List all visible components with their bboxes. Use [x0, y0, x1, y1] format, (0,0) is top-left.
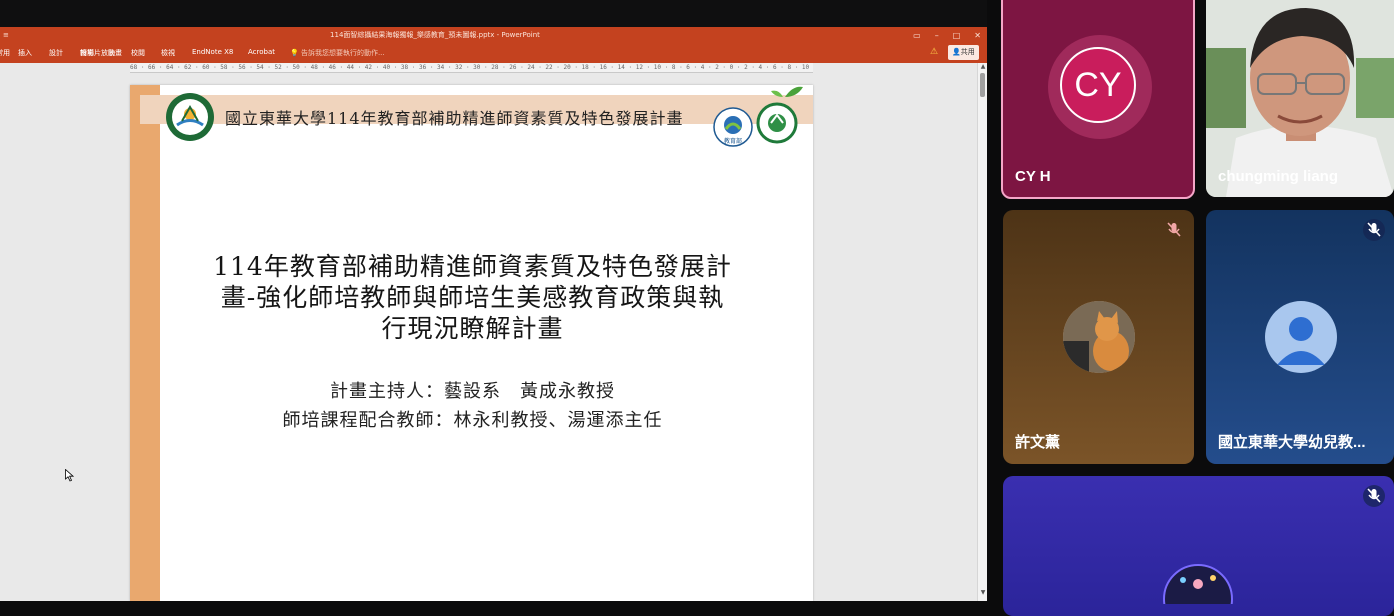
tab-insert[interactable]: 插入	[18, 48, 32, 58]
tab-endnote[interactable]: EndNote X8	[192, 48, 233, 56]
participant-name: chungming liang	[1218, 168, 1338, 185]
avatar	[1063, 301, 1135, 373]
mouse-cursor-icon	[65, 469, 74, 482]
avatar	[1163, 564, 1233, 604]
co-teachers: 師培課程配合教師：林永利教授、湯運添主任	[282, 410, 663, 431]
avatar	[1265, 301, 1337, 373]
share-button[interactable]: 👤共用	[948, 45, 979, 60]
default-person-icon	[1277, 317, 1325, 365]
tab-home[interactable]: 常用	[0, 48, 10, 58]
top-dark-strip	[0, 0, 987, 27]
ribbon-tabs: 常用 插入 設計 轉場 動畫 投影片放映 校閱 檢視 EndNote X8 Ac…	[0, 44, 987, 63]
ministry-of-education-logo: 教育部	[713, 107, 753, 147]
slide-left-accent-bar	[130, 85, 160, 601]
tab-review[interactable]: 校閱	[131, 48, 145, 58]
participant-name: CY H	[1015, 168, 1051, 185]
cat-photo	[1063, 301, 1135, 373]
tab-design[interactable]: 設計	[49, 48, 63, 58]
horizontal-ruler[interactable]: 68 · 66 · 64 · 62 · 60 · 58 · 56 · 54 · …	[130, 63, 813, 73]
window-title: 114面智綜攝結果海報獨報_樂感教育_預未圖報.pptx - PowerPoin…	[330, 31, 540, 39]
participant-name: 國立東華大學幼兒教...	[1218, 434, 1366, 451]
powerpoint-window: ≡ 114面智綜攝結果海報獨報_樂感教育_預未圖報.pptx - PowerPo…	[0, 27, 987, 601]
mic-off-icon	[1167, 222, 1181, 237]
slide-main-title-line: 行現況瞭解計畫	[381, 314, 564, 343]
teacher-education-logo	[756, 86, 803, 144]
title-bar: ≡ 114面智綜攝結果海報獨報_樂感教育_預未圖報.pptx - PowerPo…	[0, 27, 987, 44]
maximize-button[interactable]: □	[953, 27, 961, 44]
warning-icon[interactable]: ⚠	[930, 47, 938, 57]
vertical-scrollbar[interactable]: ▲ ▼	[977, 63, 987, 601]
participant-tile-dhu[interactable]: 國立東華大學幼兒教...	[1206, 210, 1394, 464]
tab-slideshow[interactable]: 投影片放映	[80, 48, 115, 58]
close-button[interactable]: ✕	[974, 27, 981, 44]
minimize-button[interactable]: –	[935, 27, 939, 44]
slide-credits: 計畫主持人：藝設系 黃成永教授 師培課程配合教師：林永利教授、湯運添主任	[160, 377, 785, 435]
university-logo	[166, 93, 214, 141]
tab-acrobat[interactable]: Acrobat	[248, 48, 275, 56]
project-host: 計畫主持人：藝設系 黃成永教授	[330, 381, 615, 402]
scroll-down-arrow[interactable]: ▼	[978, 589, 987, 596]
slide-main-title-line: 畫-強化師培教師與師培生美感教育政策與執	[220, 283, 725, 312]
participant-tile-bottom[interactable]	[1003, 476, 1394, 616]
participant-tile-chungming-liang[interactable]: chungming liang	[1206, 0, 1394, 197]
tell-me-search[interactable]: 💡 告訴我您想要執行的動作...	[290, 48, 385, 58]
mic-off-icon	[1363, 485, 1385, 507]
slide-main-title-line: 114年教育部補助精進師資素質及特色發展計	[213, 252, 732, 281]
avatar: CY	[1060, 47, 1136, 123]
moe-logo-text: 教育部	[724, 137, 742, 145]
participant-tile-xu-wenxun[interactable]: 許文薰	[1003, 210, 1194, 464]
person-icon: 👤	[952, 48, 961, 56]
lightbulb-icon: 💡	[290, 49, 299, 57]
scroll-up-arrow[interactable]: ▲	[978, 63, 987, 70]
scroll-thumb[interactable]	[980, 73, 985, 97]
mic-off-icon	[1363, 219, 1385, 241]
slide-header-title: 國立東華大學114年教育部補助精進師資素質及特色發展計畫	[225, 109, 684, 128]
slide-canvas[interactable]: 國立東華大學114年教育部補助精進師資素質及特色發展計畫 教育部 114年教育部…	[130, 85, 813, 601]
tab-view[interactable]: 檢視	[161, 48, 175, 58]
participant-tile-cy-h[interactable]: CY CY H	[1001, 0, 1195, 199]
participant-name: 許文薰	[1015, 434, 1061, 451]
ribbon-display-button[interactable]: ▭	[913, 27, 921, 44]
slide-main-title: 114年教育部補助精進師資素質及特色發展計 畫-強化師培教師與師培生美感教育政策…	[160, 251, 785, 344]
